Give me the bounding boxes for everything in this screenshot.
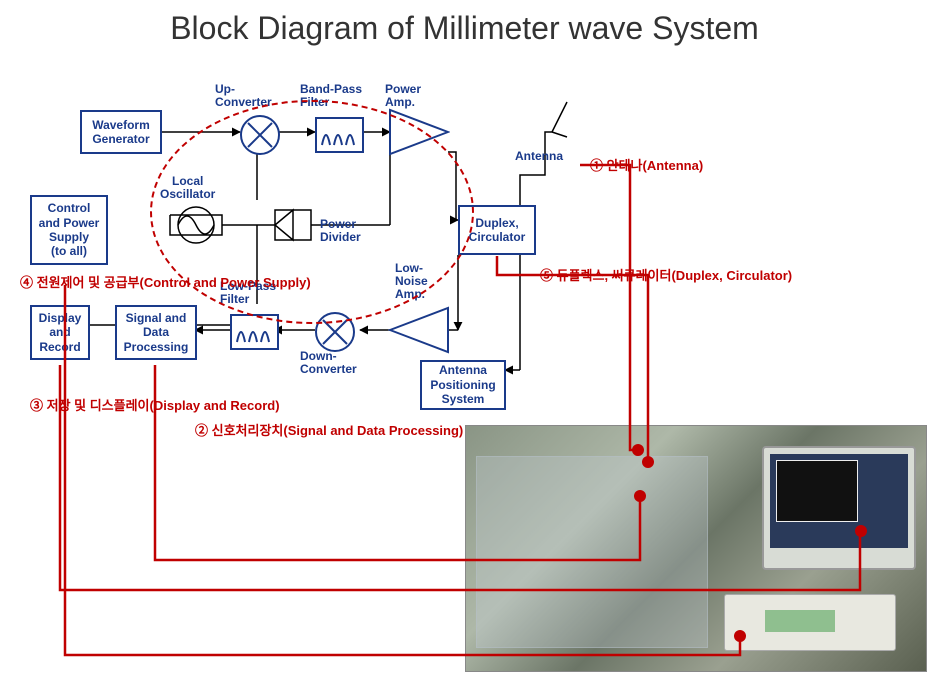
local-oscillator-label: Local Oscillator <box>160 175 215 201</box>
page-title: Block Diagram of Millimeter wave System <box>0 10 929 47</box>
annotation-3: ③ 저장 및 디스플레이(Display and Record) <box>30 395 280 414</box>
lowpass-filter-symbol <box>230 314 279 350</box>
antenna-label: Antenna <box>515 150 563 163</box>
bandpass-filter-symbol <box>315 117 364 153</box>
annotation-4: ④ 전원제어 및 공급부(Control and Power Supply) <box>20 272 311 291</box>
up-converter-label: Up- Converter <box>215 83 272 109</box>
antenna-positioning-block: Antenna Positioning System <box>420 360 506 410</box>
duplex-circulator-block: Duplex, Circulator <box>458 205 536 255</box>
bandpass-label: Band-Pass Filter <box>300 83 362 109</box>
annotation-1: ① 안테나(Antenna) <box>590 155 703 174</box>
up-converter-symbol <box>240 115 280 155</box>
power-amp-symbol <box>388 108 450 161</box>
down-converter-label: Down- Converter <box>300 350 357 376</box>
equipment-photo <box>465 425 927 672</box>
waveform-generator-block: Waveform Generator <box>80 110 162 154</box>
display-record-block: Display and Record <box>30 305 90 360</box>
signal-data-block: Signal and Data Processing <box>115 305 197 360</box>
annotation-5: ⑤ 듀플렉스, 써큐레이터(Duplex, Circulator) <box>540 265 792 284</box>
low-noise-amp-label: Low- Noise Amp. <box>395 262 428 302</box>
power-amp-label: Power Amp. <box>385 83 421 109</box>
low-noise-amp-symbol <box>388 306 450 359</box>
annotation-2: ② 신호처리장치(Signal and Data Processing) <box>195 420 463 439</box>
down-converter-symbol <box>315 312 355 352</box>
control-power-block: Control and Power Supply (to all) <box>30 195 108 265</box>
power-divider-label: Power Divider <box>320 218 361 244</box>
